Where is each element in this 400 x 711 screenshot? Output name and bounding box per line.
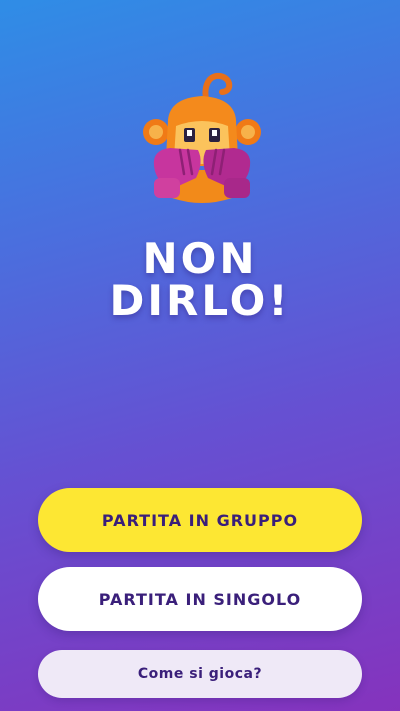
how-to-play-label: Come si gioca?	[137, 666, 263, 682]
group-play-label: PARTITA IN GRUPPO	[101, 510, 299, 530]
single-play-label: PARTITA IN SINGOLO	[98, 589, 302, 609]
game-title-line-1: NON	[142, 234, 258, 283]
game-title-line-2: DIRLO!	[109, 276, 291, 325]
single-play-button[interactable]: PARTITA IN SINGOLO	[38, 567, 362, 631]
game-title: NON DIRLO!	[0, 238, 400, 322]
group-play-button[interactable]: PARTITA IN GRUPPO	[38, 488, 362, 552]
monkey-mascot-icon	[140, 70, 264, 210]
how-to-play-button[interactable]: Come si gioca?	[38, 650, 362, 698]
